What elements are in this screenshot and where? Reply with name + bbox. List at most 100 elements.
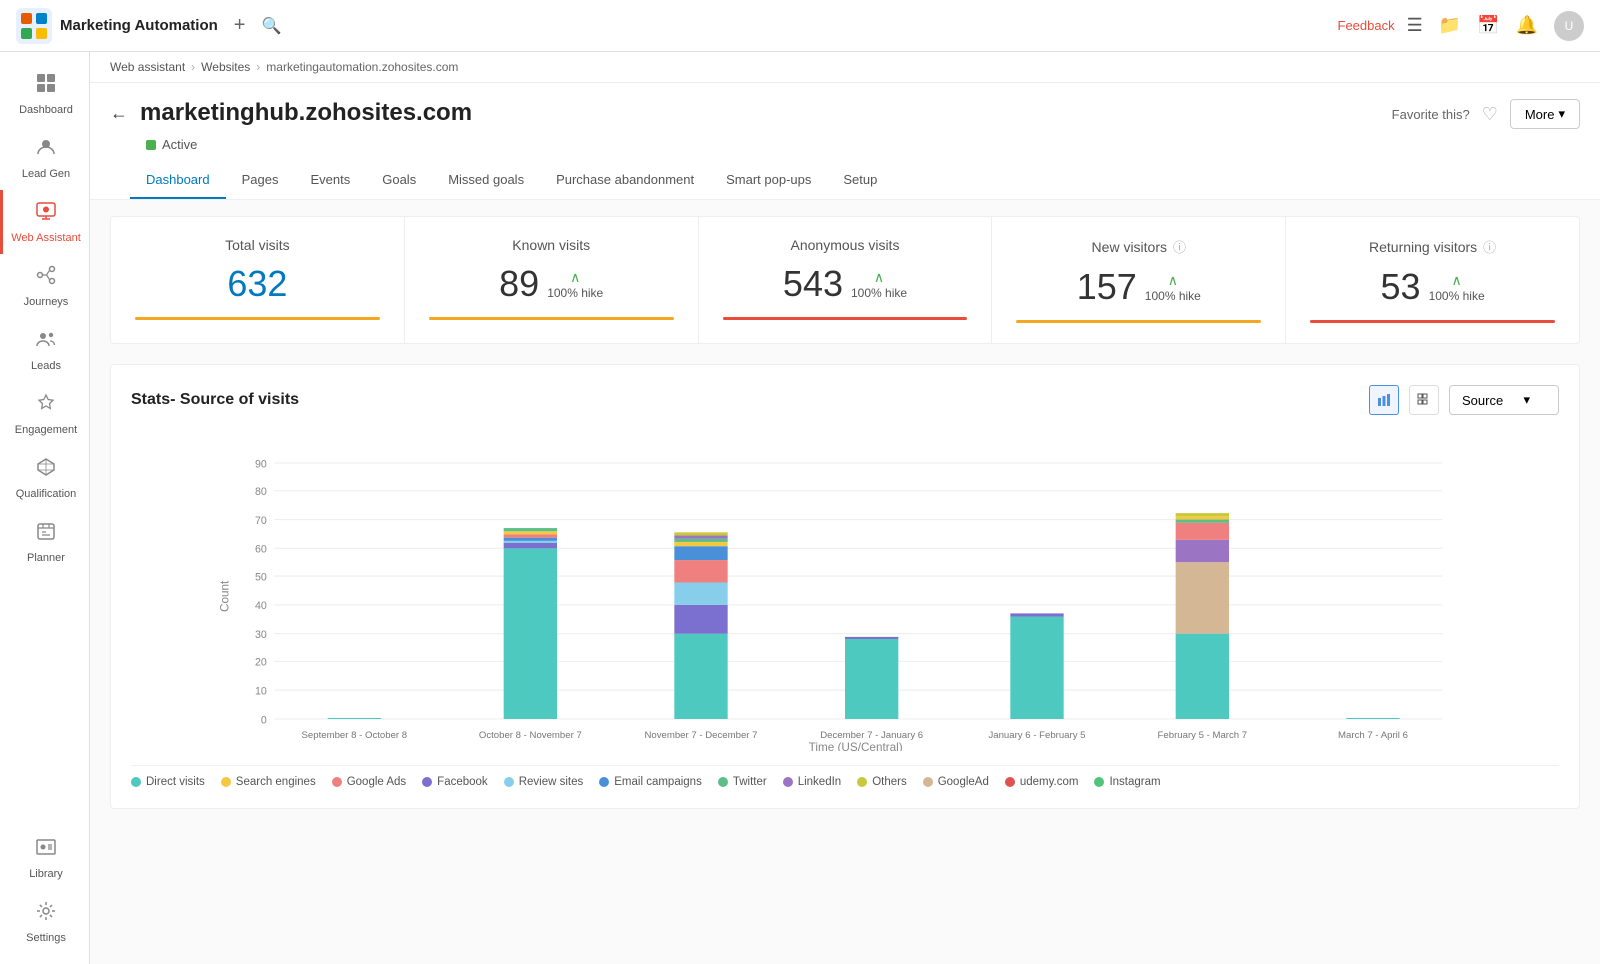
- svg-text:January 6 - February 5: January 6 - February 5: [988, 730, 1085, 741]
- legend-googlead: GoogleAd: [923, 776, 989, 788]
- returning-visitors-hike: 53 ∧ 100% hike: [1310, 266, 1555, 308]
- new-visitors-value: 157: [1077, 266, 1137, 308]
- legend-search-engines-label: Search engines: [236, 776, 316, 788]
- sidebar-item-leads[interactable]: Leads: [0, 318, 89, 382]
- tab-setup[interactable]: Setup: [827, 162, 893, 199]
- tab-pages[interactable]: Pages: [226, 162, 295, 199]
- stat-returning-visitors: Returning visitors ⓘ 53 ∧ 100% hike: [1286, 217, 1579, 343]
- svg-text:70: 70: [255, 515, 267, 527]
- returning-visitors-underline: [1310, 320, 1555, 323]
- webassistant-icon: [35, 200, 57, 228]
- status-badge: Active: [146, 137, 1580, 152]
- legend-twitter: Twitter: [718, 776, 767, 788]
- known-visits-value: 89: [499, 263, 539, 305]
- sidebar-item-journeys-label: Journeys: [24, 296, 69, 308]
- breadcrumb: Web assistant › Websites › marketingauto…: [90, 52, 1600, 83]
- sidebar-item-webassistant[interactable]: Web Assistant: [0, 190, 89, 254]
- legend-direct-visits-dot: [131, 777, 141, 787]
- svg-text:March 7 - April 6: March 7 - April 6: [1338, 730, 1408, 741]
- new-visitors-hike: 157 ∧ 100% hike: [1016, 266, 1261, 308]
- sidebar-item-leadgen[interactable]: Lead Gen: [0, 126, 89, 190]
- legend-googlead-dot: [923, 777, 933, 787]
- legend-search-engines: Search engines: [221, 776, 316, 788]
- source-dropdown-chevron: ▾: [1523, 392, 1530, 408]
- legend-udemy-dot: [1005, 777, 1015, 787]
- anonymous-visits-value: 543: [783, 263, 843, 305]
- svg-text:Time (US/Central): Time (US/Central): [809, 741, 903, 751]
- tab-dashboard[interactable]: Dashboard: [130, 162, 226, 199]
- breadcrumb-current: marketingautomation.zohosites.com: [266, 60, 458, 74]
- breadcrumb-web-assistant[interactable]: Web assistant: [110, 60, 185, 74]
- sidebar-item-settings[interactable]: Settings: [0, 890, 89, 954]
- tab-missed-goals[interactable]: Missed goals: [432, 162, 540, 199]
- avatar[interactable]: U: [1554, 11, 1584, 41]
- search-icon[interactable]: 🔍: [257, 12, 285, 40]
- breadcrumb-sep-2: ›: [256, 60, 260, 74]
- stats-row: Total visits 632 Known visits 89 ∧ 100% …: [110, 216, 1580, 344]
- tab-smart-popups[interactable]: Smart pop-ups: [710, 162, 827, 199]
- leadgen-icon: [35, 136, 57, 164]
- page-header-right: Favorite this? ♡ More ▾: [1392, 99, 1580, 129]
- chart-container: Count 0 10 20 30 40: [141, 431, 1549, 751]
- svg-text:December 7 - January 6: December 7 - January 6: [820, 730, 923, 741]
- breadcrumb-websites[interactable]: Websites: [201, 60, 250, 74]
- engagement-icon: [35, 392, 57, 420]
- returning-hike-text: 100% hike: [1429, 289, 1485, 303]
- legend-email-campaigns: Email campaigns: [599, 776, 702, 788]
- breadcrumb-sep-1: ›: [191, 60, 195, 74]
- legend-udemy-label: udemy.com: [1020, 776, 1079, 788]
- app-logo[interactable]: Marketing Automation: [16, 8, 218, 44]
- legend-google-ads: Google Ads: [332, 776, 406, 788]
- list-icon[interactable]: ☰: [1407, 15, 1423, 36]
- legend-facebook-label: Facebook: [437, 776, 488, 788]
- svg-text:November 7 - December 7: November 7 - December 7: [644, 730, 757, 741]
- sidebar: Dashboard Lead Gen Web Assistant: [0, 52, 90, 964]
- tab-events[interactable]: Events: [294, 162, 366, 199]
- chart-header: Stats- Source of visits: [131, 385, 1559, 415]
- svg-text:February 5 - March 7: February 5 - March 7: [1158, 730, 1248, 741]
- known-visits-underline: [429, 317, 674, 320]
- bell-icon[interactable]: 🔔: [1516, 15, 1538, 36]
- anonymous-hike-arrow: ∧: [851, 269, 907, 286]
- anonymous-visits-label: Anonymous visits: [723, 237, 968, 253]
- legend-linkedin: LinkedIn: [783, 776, 841, 788]
- svg-text:80: 80: [255, 486, 267, 498]
- main-layout: Dashboard Lead Gen Web Assistant: [0, 52, 1600, 964]
- tab-goals[interactable]: Goals: [366, 162, 432, 199]
- journeys-icon: [35, 264, 57, 292]
- bar-chart-btn[interactable]: [1369, 385, 1399, 415]
- grid-chart-btn[interactable]: [1409, 385, 1439, 415]
- sidebar-item-engagement-label: Engagement: [15, 424, 77, 436]
- sidebar-item-leads-label: Leads: [31, 360, 61, 372]
- folder-icon[interactable]: 📁: [1439, 15, 1461, 36]
- calendar-icon[interactable]: 📅: [1477, 15, 1499, 36]
- new-visitors-info-icon[interactable]: ⓘ: [1173, 237, 1186, 256]
- sidebar-item-engagement[interactable]: Engagement: [0, 382, 89, 446]
- sidebar-item-journeys[interactable]: Journeys: [0, 254, 89, 318]
- sidebar-item-qualification[interactable]: Qualification: [0, 446, 89, 510]
- source-dropdown[interactable]: Source ▾: [1449, 385, 1559, 415]
- sidebar-item-planner-label: Planner: [27, 552, 65, 564]
- svg-text:90: 90: [255, 458, 267, 470]
- new-hike-arrow: ∧: [1145, 272, 1201, 289]
- feedback-link[interactable]: Feedback: [1338, 18, 1395, 33]
- heart-icon[interactable]: ♡: [1482, 104, 1498, 125]
- svg-text:10: 10: [255, 685, 267, 697]
- tab-purchase-abandonment[interactable]: Purchase abandonment: [540, 162, 710, 199]
- back-button[interactable]: ←: [110, 103, 128, 124]
- favorite-text: Favorite this?: [1392, 107, 1470, 122]
- logo-icon: [16, 8, 52, 44]
- svg-text:60: 60: [255, 544, 267, 556]
- svg-text:30: 30: [255, 629, 267, 641]
- chart-controls: Source ▾: [1369, 385, 1559, 415]
- returning-visitors-info-icon[interactable]: ⓘ: [1483, 237, 1496, 256]
- more-button[interactable]: More ▾: [1510, 99, 1580, 129]
- stat-total-visits: Total visits 632: [111, 217, 405, 343]
- sidebar-item-planner[interactable]: Planner: [0, 510, 89, 574]
- legend-linkedin-dot: [783, 777, 793, 787]
- planner-icon: [35, 520, 57, 548]
- add-button[interactable]: +: [234, 14, 246, 37]
- legend-instagram-dot: [1094, 777, 1104, 787]
- sidebar-item-dashboard[interactable]: Dashboard: [0, 62, 89, 126]
- sidebar-item-library[interactable]: Library: [0, 826, 89, 890]
